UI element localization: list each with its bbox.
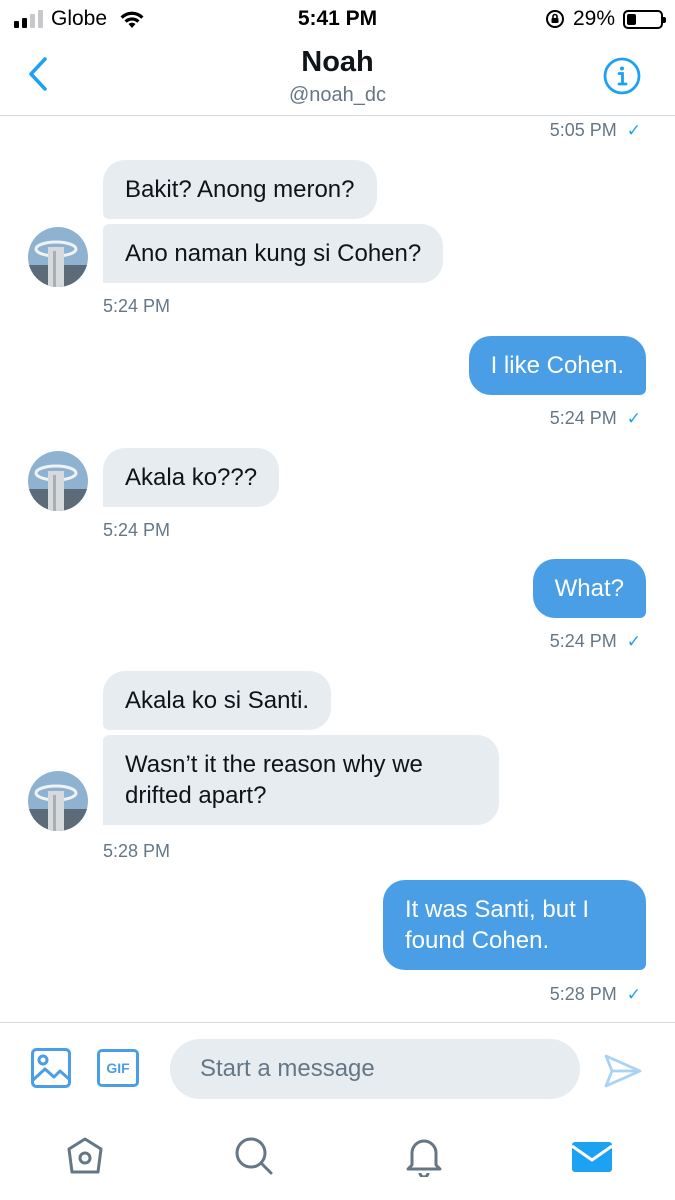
avatar[interactable] bbox=[28, 227, 88, 287]
bell-icon bbox=[406, 1139, 442, 1177]
contact-handle[interactable]: @noah_dc bbox=[0, 84, 675, 107]
avatar-photo bbox=[28, 451, 88, 511]
message-timestamp: 5:05 PM ✓ bbox=[549, 120, 641, 140]
avatar-photo bbox=[28, 771, 88, 831]
avatar[interactable] bbox=[28, 771, 88, 831]
outgoing-message[interactable]: I like Cohen. bbox=[468, 336, 646, 395]
tab-notifications[interactable] bbox=[402, 1134, 446, 1178]
mail-icon bbox=[571, 1142, 613, 1172]
send-icon[interactable] bbox=[603, 1051, 643, 1091]
message-timestamp: 5:28 PM bbox=[103, 841, 171, 861]
conversation-header: Noah @noah_dc bbox=[0, 38, 675, 116]
incoming-message[interactable]: Akala ko??? bbox=[103, 448, 280, 507]
message-composer: GIF bbox=[0, 1022, 675, 1114]
tab-bar bbox=[0, 1114, 675, 1200]
status-right: 29% bbox=[545, 7, 666, 31]
tab-home[interactable] bbox=[63, 1134, 107, 1178]
outgoing-message[interactable]: It was Santi, but I found Cohen. bbox=[383, 880, 646, 970]
outgoing-message[interactable]: What? bbox=[532, 559, 646, 618]
tab-messages[interactable] bbox=[570, 1134, 614, 1178]
battery-icon bbox=[623, 9, 666, 29]
status-bar: Globe 5:41 PM 29% bbox=[0, 0, 675, 38]
info-icon[interactable] bbox=[602, 56, 642, 96]
message-timestamp: 5:24 PM bbox=[103, 296, 171, 316]
read-check-icon: ✓ bbox=[626, 408, 641, 428]
gif-icon[interactable]: GIF bbox=[97, 1049, 139, 1087]
avatar[interactable] bbox=[28, 451, 88, 511]
read-check-icon: ✓ bbox=[626, 631, 641, 651]
incoming-message[interactable]: Ano naman kung si Cohen? bbox=[103, 224, 444, 283]
home-icon bbox=[67, 1137, 103, 1174]
incoming-message[interactable]: Wasn’t it the reason why we drifted apar… bbox=[103, 735, 499, 825]
message-thread[interactable]: 5:05 PM ✓ Bakit? Anong meron? Ano naman k… bbox=[0, 117, 675, 1022]
message-timestamp: 5:24 PM ✓ bbox=[549, 408, 641, 428]
incoming-message[interactable]: Bakit? Anong meron? bbox=[103, 160, 377, 219]
avatar-photo bbox=[28, 227, 88, 287]
message-timestamp: 5:24 PM ✓ bbox=[549, 631, 641, 651]
battery-percent: 29% bbox=[572, 7, 615, 30]
message-input[interactable] bbox=[170, 1039, 580, 1099]
image-icon[interactable] bbox=[30, 1047, 72, 1089]
battery-level bbox=[627, 13, 637, 25]
search-icon bbox=[235, 1137, 273, 1175]
read-check-icon: ✓ bbox=[626, 984, 641, 1004]
dm-conversation-screen: Globe 5:41 PM 29% Noah @noah_dc 5:05 PM … bbox=[0, 0, 675, 1200]
tab-search[interactable] bbox=[232, 1134, 276, 1178]
message-timestamp: 5:28 PM ✓ bbox=[549, 984, 641, 1004]
read-check-icon: ✓ bbox=[626, 120, 641, 140]
contact-name[interactable]: Noah bbox=[0, 46, 675, 79]
message-timestamp: 5:24 PM bbox=[103, 520, 171, 540]
orientation-lock-icon bbox=[545, 10, 564, 28]
gif-label: GIF bbox=[106, 1060, 130, 1076]
incoming-message[interactable]: Akala ko si Santi. bbox=[103, 671, 332, 730]
